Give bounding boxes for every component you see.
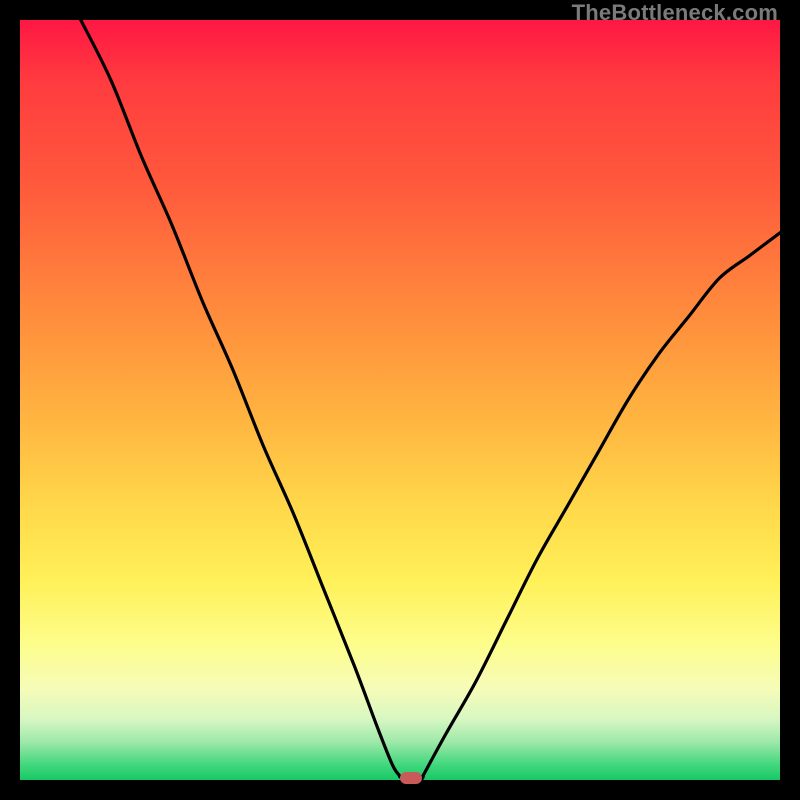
chart-frame: TheBottleneck.com [0, 0, 800, 800]
bottleneck-curve [20, 20, 780, 780]
curve-path [81, 20, 780, 779]
min-marker [400, 772, 422, 784]
watermark-text: TheBottleneck.com [572, 0, 778, 26]
